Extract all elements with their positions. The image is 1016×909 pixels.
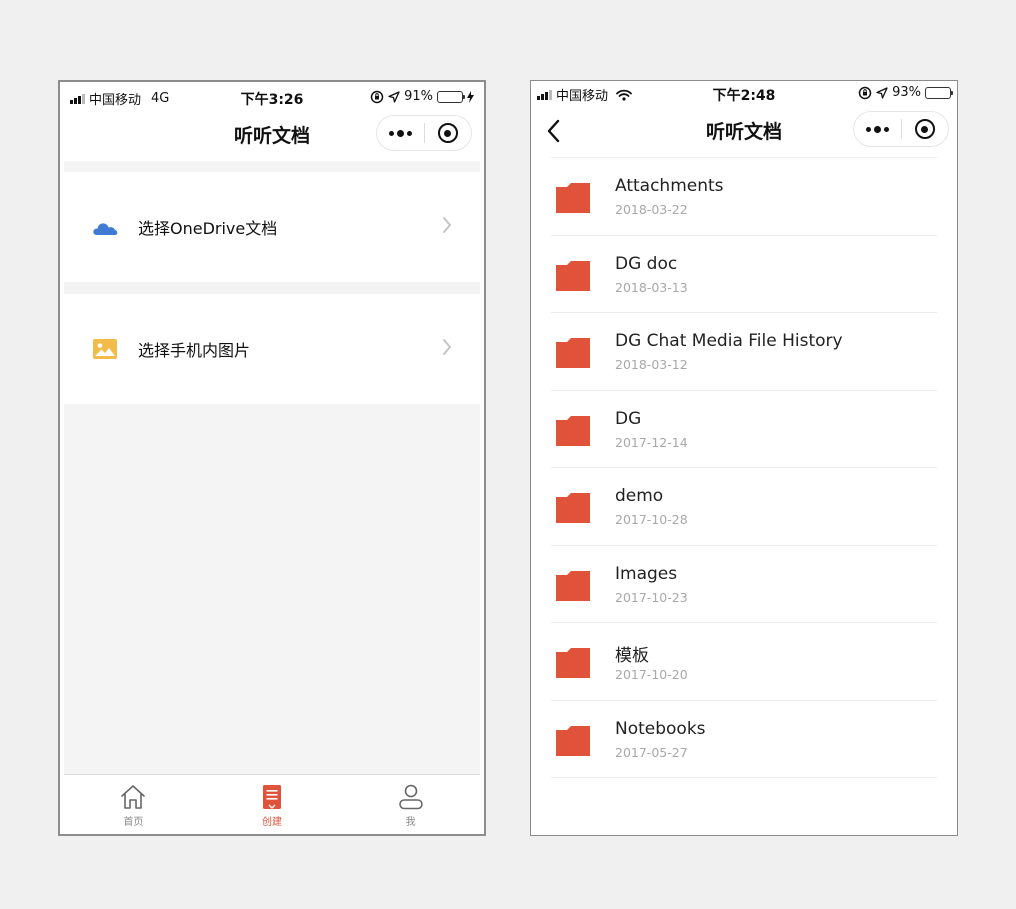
battery-percent: 93% <box>892 85 921 100</box>
home-icon <box>121 785 146 809</box>
chevron-right-icon <box>443 339 451 355</box>
folder-list-item[interactable]: DG Chat Media File History 2018-03-12 <box>551 312 937 390</box>
folder-name: 模板 <box>615 646 649 666</box>
list-divider <box>551 777 937 778</box>
folder-name: demo <box>615 486 664 506</box>
user-icon <box>398 784 423 810</box>
folder-icon <box>556 725 590 756</box>
phone-right-screen: 中国移动 下午2:48 93% 听听文档 Attachments 2018-03… <box>531 81 957 835</box>
orientation-lock-icon <box>858 86 872 99</box>
nav-bar: 听听文档 <box>531 105 957 157</box>
folder-date: 2018-03-12 <box>615 357 688 372</box>
folder-date: 2017-10-23 <box>615 589 688 605</box>
folder-name: DG Chat Media File History <box>615 331 843 351</box>
folder-name: DG doc <box>615 253 678 274</box>
folder-date: 2017-12-14 <box>615 434 688 450</box>
folder-list-item[interactable]: 模板 2017-10-20 <box>551 622 937 700</box>
miniprogram-capsule <box>853 111 949 147</box>
folder-icon <box>556 183 590 213</box>
folder-name: Attachments <box>615 176 724 196</box>
folder-date: 2017-05-27 <box>615 744 688 760</box>
option-label: 选择手机内图片 <box>138 341 251 360</box>
folder-icon <box>556 415 590 446</box>
tab-home[interactable]: 首页 <box>64 775 203 831</box>
tab-label: 创建 <box>262 817 282 828</box>
more-button[interactable] <box>854 112 901 146</box>
folder-name: Notebooks <box>615 718 706 739</box>
folder-icon <box>556 338 590 368</box>
battery-icon <box>925 86 953 99</box>
battery-icon <box>437 90 465 103</box>
folder-icon <box>556 493 590 523</box>
folder-list-item[interactable]: DG 2017-12-14 <box>551 389 937 468</box>
battery-percent: 91% <box>404 89 433 104</box>
folder-list-item[interactable]: Notebooks 2017-05-27 <box>551 699 937 778</box>
option-phone-images[interactable]: 选择手机内图片 <box>64 294 480 404</box>
folder-list-item[interactable]: Images 2017-10-23 <box>551 544 937 623</box>
more-button[interactable] <box>377 116 424 150</box>
tab-me[interactable]: 我 <box>341 775 480 831</box>
orientation-lock-icon <box>370 90 384 103</box>
target-close-icon <box>914 119 935 139</box>
option-label: 选择OneDrive文档 <box>138 219 278 238</box>
image-icon <box>93 339 117 359</box>
more-dots-icon <box>865 125 889 133</box>
folder-date: 2017-10-20 <box>615 667 688 682</box>
phone-left: 中国移动 4G 下午3:26 91% 听听文档 选择OneDrive文档 选择手… <box>58 80 486 836</box>
charging-bolt-icon <box>467 90 474 103</box>
folder-icon <box>556 260 590 291</box>
nav-bar: 听听文档 <box>64 109 480 161</box>
chevron-right-icon <box>443 217 451 233</box>
location-icon <box>876 86 888 99</box>
close-miniprogram-button[interactable] <box>425 116 472 150</box>
tab-label: 首页 <box>123 817 144 828</box>
target-close-icon <box>437 123 458 143</box>
folder-date: 2017-10-28 <box>615 512 688 527</box>
tab-create[interactable]: 创建 <box>203 775 342 831</box>
tab-label: 我 <box>405 817 416 828</box>
location-icon <box>388 90 400 103</box>
more-dots-icon <box>388 129 412 137</box>
tab-bar: 首页 创建 我 <box>64 774 480 831</box>
phone-left-screen: 中国移动 4G 下午3:26 91% 听听文档 选择OneDrive文档 选择手… <box>64 85 480 831</box>
phone-right: 中国移动 下午2:48 93% 听听文档 Attachments 2018-03… <box>530 80 958 836</box>
folder-icon <box>556 570 590 601</box>
folder-list-item[interactable]: DG doc 2018-03-13 <box>551 234 937 313</box>
folder-date: 2018-03-13 <box>615 279 688 295</box>
folder-date: 2018-03-22 <box>615 202 688 217</box>
folder-name: DG <box>615 408 642 429</box>
folder-name: Images <box>615 563 678 584</box>
close-miniprogram-button[interactable] <box>902 112 949 146</box>
miniprogram-capsule <box>376 115 472 151</box>
create-document-icon <box>263 785 281 809</box>
status-bar: 中国移动 4G 下午3:26 91% <box>64 85 480 109</box>
folder-icon <box>556 648 590 678</box>
onedrive-cloud-icon <box>93 223 118 235</box>
folder-list: Attachments 2018-03-22 DG doc 2018-03-13 DG … <box>551 157 937 778</box>
option-onedrive[interactable]: 选择OneDrive文档 <box>64 172 480 282</box>
status-bar: 中国移动 下午2:48 93% <box>531 81 957 105</box>
folder-list-item[interactable]: Attachments 2018-03-22 <box>551 157 937 235</box>
folder-list-item[interactable]: demo 2017-10-28 <box>551 467 937 545</box>
